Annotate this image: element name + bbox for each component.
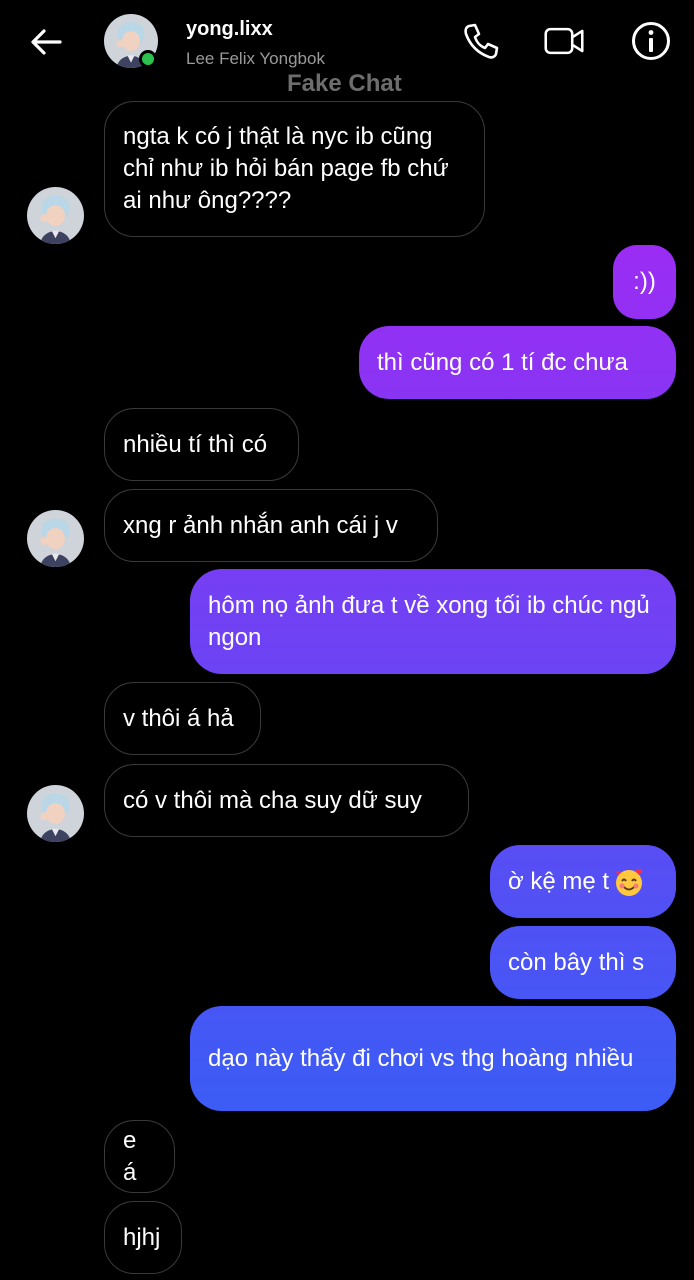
message-text: ngta k có j thật là nyc ib cũng chỉ như … <box>123 123 449 214</box>
incoming-message-bubble[interactable]: e á <box>104 1120 175 1193</box>
incoming-message-bubble[interactable]: có v thôi mà cha suy dữ suy <box>104 764 469 837</box>
message-text: xng r ảnh nhắn anh cái j v <box>123 511 398 539</box>
incoming-message-bubble[interactable]: nhiều tí thì có <box>104 408 299 481</box>
outgoing-message-bubble[interactable]: :)) <box>613 245 676 319</box>
incoming-message-bubble[interactable]: hjhj <box>104 1201 182 1274</box>
sender-avatar[interactable] <box>27 510 84 567</box>
outgoing-message-bubble[interactable]: ờ kệ mẹ t <box>490 845 676 918</box>
message-text: hjhj <box>123 1223 161 1251</box>
message-text: e á <box>123 1126 137 1186</box>
message-text: hôm nọ ảnh đưa t về xong tối ib chúc ngủ… <box>208 591 650 651</box>
incoming-message-bubble[interactable]: ngta k có j thật là nyc ib cũng chỉ như … <box>104 101 485 237</box>
message-text: ờ kệ mẹ t <box>508 867 610 895</box>
message-text: nhiều tí thì có <box>123 430 268 458</box>
sender-avatar[interactable] <box>27 785 84 842</box>
incoming-message-bubble[interactable]: xng r ảnh nhắn anh cái j v <box>104 489 438 562</box>
sender-avatar[interactable] <box>27 187 84 244</box>
message-text: dạo này thấy đi chơi vs thg hoàng nhiều <box>208 1044 634 1072</box>
message-text: có v thôi mà cha suy dữ suy <box>123 786 422 814</box>
smiling-face-with-hearts-icon <box>616 868 643 896</box>
incoming-message-bubble[interactable]: v thôi á hả <box>104 682 261 755</box>
message-text: thì cũng có 1 tí đc chưa <box>377 348 628 376</box>
message-text: v thôi á hả <box>123 704 234 732</box>
outgoing-message-bubble[interactable]: thì cũng có 1 tí đc chưa <box>359 326 676 399</box>
message-text: :)) <box>633 268 656 295</box>
outgoing-message-bubble[interactable]: hôm nọ ảnh đưa t về xong tối ib chúc ngủ… <box>190 569 676 674</box>
message-text: còn bây thì s <box>508 948 645 976</box>
outgoing-message-bubble[interactable]: dạo này thấy đi chơi vs thg hoàng nhiều <box>190 1006 676 1111</box>
outgoing-message-bubble[interactable]: còn bây thì s <box>490 926 676 999</box>
